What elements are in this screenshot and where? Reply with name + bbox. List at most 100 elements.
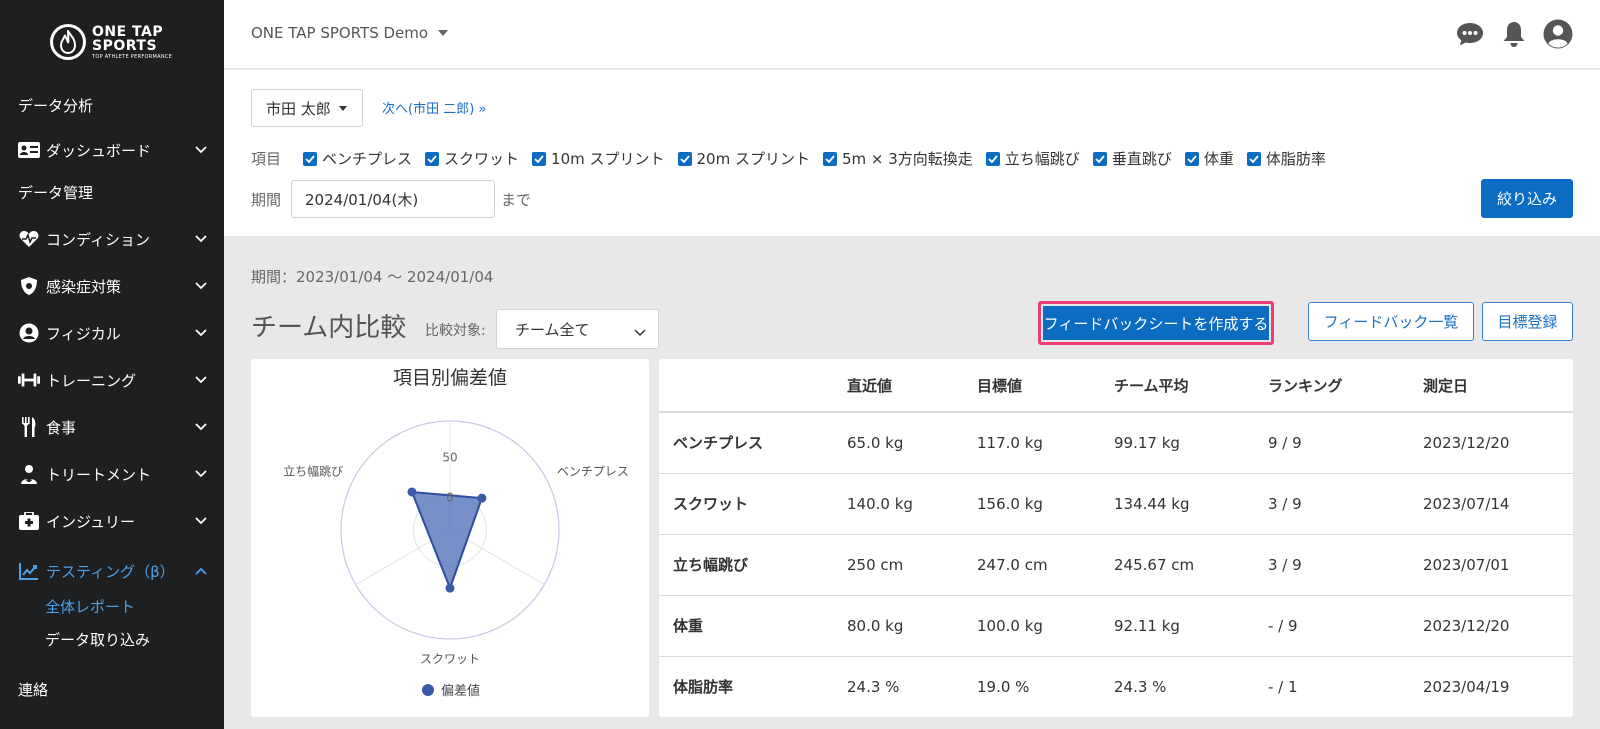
- logo-line2: SPORTS: [92, 37, 158, 54]
- column-header: 測定日: [1423, 359, 1573, 413]
- chevron-down-icon: [194, 326, 208, 340]
- cell-latest: 65.0 kg: [847, 412, 977, 474]
- compare-select[interactable]: チーム全て: [496, 309, 659, 349]
- chat-icon[interactable]: [1454, 18, 1486, 50]
- radar-tick-label: 50: [442, 450, 457, 464]
- sidebar-item-label: 感染症対策: [46, 277, 122, 296]
- period-row: 期間 まで: [251, 180, 531, 218]
- chart-title: 項目別偏差値: [393, 367, 507, 389]
- dumbbell-icon: [18, 370, 40, 390]
- comparison-table: 直近値 目標値 チーム平均 ランキング 測定日 ベンチプレス 65.0 kg 1…: [659, 359, 1573, 717]
- column-header: 直近値: [847, 359, 977, 413]
- checkbox-item-bench-press[interactable]: ベンチプレス: [303, 148, 412, 169]
- bell-icon[interactable]: [1498, 18, 1530, 50]
- date-input[interactable]: [291, 180, 496, 218]
- checkbox-checked-icon: [425, 151, 440, 166]
- cell-ranking: 3 / 9: [1268, 473, 1423, 535]
- team-name: ONE TAP SPORTS Demo: [251, 24, 429, 42]
- flame-logo-icon: [50, 24, 86, 60]
- checkbox-item-weight[interactable]: 体重: [1184, 148, 1234, 169]
- radar-axis-label: スクワット: [420, 652, 480, 666]
- row-item-name: 体脂肪率: [659, 656, 847, 717]
- checkbox-item-agility[interactable]: 5m × 3方向転換走: [822, 148, 973, 169]
- cell-team-average: 24.3 %: [1114, 656, 1268, 717]
- sidebar-sub-import[interactable]: データ取り込み: [45, 629, 150, 650]
- checkbox-label: 体脂肪率: [1265, 150, 1326, 168]
- sidebar-item-testing[interactable]: テスティング（β）: [18, 556, 208, 586]
- filter-button[interactable]: 絞り込み: [1481, 179, 1573, 218]
- next-person-link[interactable]: 次へ(市田 二郎) »: [382, 98, 486, 117]
- sidebar-sub-report[interactable]: 全体レポート: [45, 596, 135, 617]
- cell-target: 156.0 kg: [977, 473, 1114, 535]
- radar-chart-card: 項目別偏差値 50 0 ベンチプレス スクワット 立ち幅跳び 偏差値: [251, 359, 649, 717]
- create-feedback-sheet-button[interactable]: フィードバックシートを作成する: [1043, 306, 1269, 340]
- legend-marker: [422, 684, 434, 696]
- goal-register-button[interactable]: 目標登録: [1482, 302, 1573, 341]
- sidebar-item-injury[interactable]: インジュリー: [18, 506, 208, 536]
- checkbox-item-vertical-jump[interactable]: 垂直跳び: [1092, 148, 1172, 169]
- feedback-list-button[interactable]: フィードバック一覧: [1308, 302, 1474, 341]
- section-analysis: データ分析: [18, 97, 94, 115]
- chevron-down-icon: [194, 514, 208, 528]
- radar-point[interactable]: [407, 487, 417, 497]
- checkbox-checked-icon: [1184, 151, 1199, 166]
- checkbox-label: 立ち幅跳び: [1004, 150, 1080, 168]
- radar-point[interactable]: [477, 493, 487, 503]
- checkbox-item-10m-sprint[interactable]: 10m スプリント: [532, 148, 665, 169]
- cell-latest: 24.3 %: [847, 656, 977, 717]
- checkbox-item-broad-jump[interactable]: 立ち幅跳び: [985, 148, 1080, 169]
- checkbox-item-20m-sprint[interactable]: 20m スプリント: [677, 148, 810, 169]
- checkbox-checked-icon: [303, 151, 318, 166]
- id-card-icon: [18, 140, 40, 160]
- sidebar-item-infection[interactable]: 感染症対策: [18, 271, 208, 301]
- utensils-icon: [18, 417, 40, 437]
- person-name: 市田 太郎: [266, 99, 331, 118]
- person-selector[interactable]: 市田 太郎: [251, 89, 363, 127]
- logo[interactable]: ONE TAP SPORTS TOP ATHLETE PERFORMANCE: [50, 24, 172, 60]
- sidebar-item-training[interactable]: トレーニング: [18, 365, 208, 395]
- chevron-down-icon: [634, 323, 646, 341]
- user-avatar-icon[interactable]: [1542, 18, 1574, 50]
- checkbox-item-body-fat[interactable]: 体脂肪率: [1246, 148, 1326, 169]
- radar-tick-label: 0: [446, 491, 454, 505]
- page-title: チーム内比較: [251, 313, 407, 343]
- team-selector[interactable]: ONE TAP SPORTS Demo: [251, 24, 449, 42]
- table-row: スクワット 140.0 kg 156.0 kg 134.44 kg 3 / 9 …: [659, 473, 1573, 535]
- logo-line1: ONE TAP: [92, 23, 164, 40]
- sidebar-item-condition[interactable]: コンディション: [18, 224, 208, 254]
- sidebar-item-physical[interactable]: フィジカル: [18, 318, 208, 348]
- checkbox-label: 垂直跳び: [1111, 150, 1172, 168]
- checkbox-item-squat[interactable]: スクワット: [425, 148, 519, 169]
- caret-down-icon: [338, 105, 347, 111]
- row-item-name: ベンチプレス: [659, 412, 847, 474]
- sidebar-item-label: インジュリー: [46, 512, 135, 531]
- cell-team-average: 99.17 kg: [1114, 412, 1268, 474]
- chevron-down-icon: [194, 232, 208, 246]
- sidebar-item-label: トリートメント: [46, 465, 152, 484]
- checkbox-checked-icon: [822, 151, 837, 166]
- checkbox-checked-icon: [532, 151, 547, 166]
- items-filter-row: 項目 ベンチプレス スクワット 10m スプリント 20m スプリント 5m ×…: [251, 148, 1339, 169]
- chevron-down-icon: [194, 420, 208, 434]
- checkbox-label: 10m スプリント: [551, 150, 665, 168]
- legend-label[interactable]: 偏差値: [441, 683, 480, 699]
- sidebar-item-meal[interactable]: 食事: [18, 412, 208, 442]
- cell-latest: 80.0 kg: [847, 595, 977, 657]
- shield-virus-icon: [18, 276, 40, 296]
- cell-team-average: 134.44 kg: [1114, 473, 1268, 535]
- cell-date: 2023/04/19: [1423, 656, 1573, 717]
- compare-label: 比較対象:: [425, 323, 486, 339]
- radar-axis-label: ベンチプレス: [557, 465, 629, 479]
- column-header: 目標値: [977, 359, 1114, 413]
- sidebar-item-dashboard[interactable]: ダッシュボード: [18, 135, 208, 165]
- cell-target: 100.0 kg: [977, 595, 1114, 657]
- table-row: 立ち幅跳び 250 cm 247.0 cm 245.67 cm 3 / 9 20…: [659, 534, 1573, 596]
- cell-date: 2023/07/01: [1423, 534, 1573, 596]
- cell-latest: 140.0 kg: [847, 473, 977, 535]
- radar-point[interactable]: [445, 583, 455, 593]
- table-header-row: 直近値 目標値 チーム平均 ランキング 測定日: [659, 359, 1573, 413]
- sidebar-item-treatment[interactable]: トリートメント: [18, 459, 208, 489]
- row-item-name: スクワット: [659, 473, 847, 535]
- caret-down-icon: [438, 30, 449, 36]
- row-item-name: 立ち幅跳び: [659, 534, 847, 596]
